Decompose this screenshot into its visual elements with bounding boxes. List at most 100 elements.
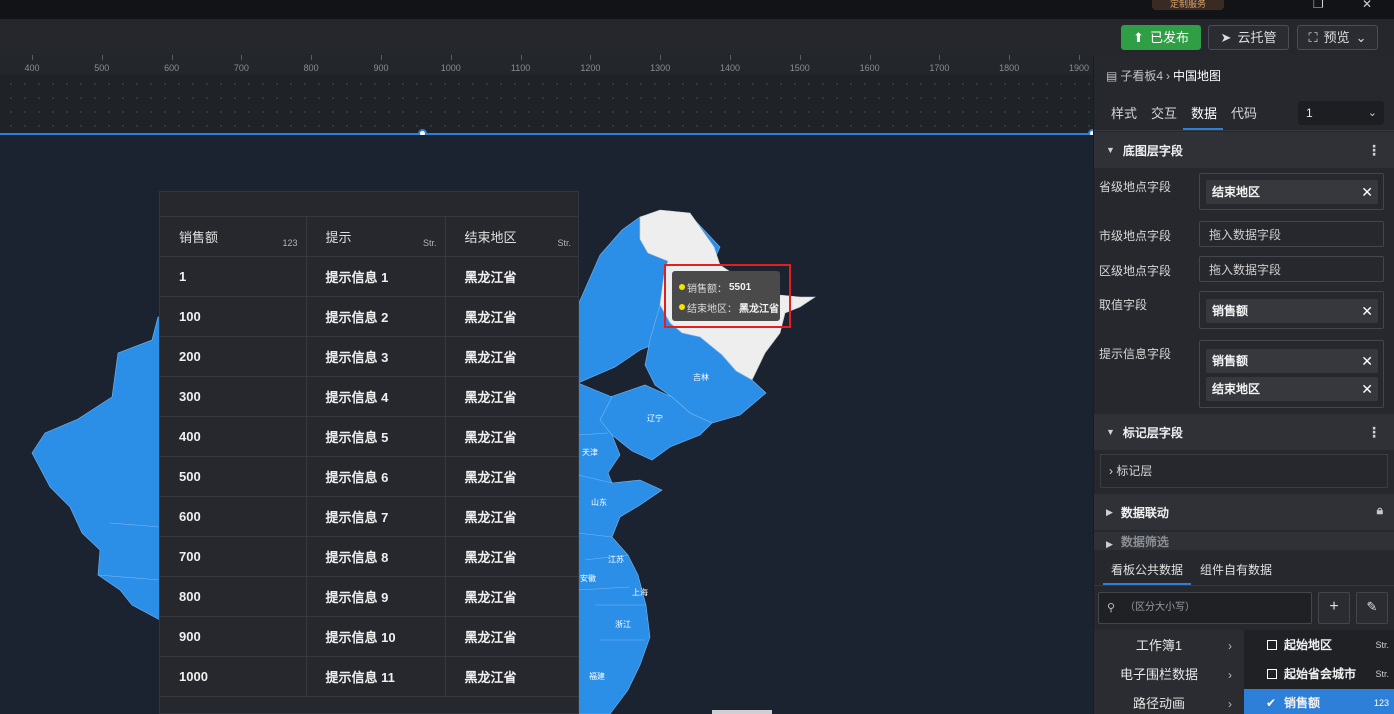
marker-layer-label: 标记层: [1116, 464, 1153, 478]
dataset-item[interactable]: 路径动画 ›: [1094, 690, 1244, 714]
table-row[interactable]: 800 提示信息 9 黑龙江省: [160, 576, 579, 617]
caret-down-icon: ▼: [1106, 427, 1115, 437]
lock-icon[interactable]: 🔒︎: [1377, 503, 1383, 518]
marker-layer-row[interactable]: › 标记层: [1100, 454, 1388, 488]
field-item[interactable]: 起始地区 Str.: [1244, 631, 1394, 659]
published-button[interactable]: ⬆ 已发布: [1121, 25, 1201, 50]
edit-dataset-button[interactable]: ✎: [1356, 592, 1388, 624]
tip-field-dropzone[interactable]: 销售额 ✕ 结束地区 ✕: [1199, 340, 1384, 408]
add-dataset-button[interactable]: +: [1318, 592, 1350, 624]
table-cell: 黑龙江省: [445, 456, 579, 497]
map-label-tianjin: 天津: [582, 448, 598, 457]
ruler-ticks: 400 500 600 700 800 900 1000 1100 1200 1300 1400 15…: [0, 55, 1093, 75]
district-field-dropzone[interactable]: 拖入数据字段: [1199, 256, 1384, 282]
table-cell: 1: [160, 256, 307, 297]
field-search-input[interactable]: ⚲ （区分大小写）: [1098, 592, 1312, 624]
series-select[interactable]: 1 ⌄: [1298, 101, 1384, 125]
table-row[interactable]: 100 提示信息 2 黑龙江省: [160, 296, 579, 337]
section-marker-layer[interactable]: ▼ 标记层字段 ⋮: [1094, 414, 1394, 450]
series-select-value: 1: [1306, 106, 1313, 120]
tab-component-own-data[interactable]: 组件自有数据: [1200, 561, 1272, 578]
table-cell: 提示信息 5: [306, 416, 446, 457]
column-header-sales[interactable]: 销售额 123: [160, 217, 307, 257]
map-label-shandong: 山东: [591, 498, 607, 507]
close-icon[interactable]: ✕: [1361, 180, 1373, 204]
table-cell: 黑龙江省: [445, 616, 579, 657]
table-row[interactable]: 500 提示信息 6 黑龙江省: [160, 456, 579, 497]
paper-plane-icon: ➤: [1220, 30, 1232, 45]
tab-data[interactable]: 数据: [1191, 103, 1217, 122]
dataset-name: 电子围栏数据: [1119, 667, 1198, 682]
table-header-row: 销售额 123 提示 Str. 结束地区 Str.: [160, 217, 579, 257]
section-base-layer[interactable]: ▼ 底图层字段 ⋮: [1094, 132, 1394, 168]
preview-button[interactable]: ⛶ 预览 ⌄: [1297, 25, 1378, 50]
check-icon[interactable]: ✔: [1266, 689, 1276, 714]
cloud-hosting-button[interactable]: ➤ 云托管: [1208, 25, 1289, 50]
dropzone-placeholder: 拖入数据字段: [1209, 263, 1282, 277]
section-title: 底图层字段: [1122, 143, 1183, 158]
checkbox-icon[interactable]: [1267, 640, 1277, 650]
field-item-selected[interactable]: ✔ 销售额 123: [1244, 689, 1394, 714]
ruler-tick-mark: [1079, 55, 1080, 60]
table-cell: 黑龙江省: [445, 536, 579, 577]
number-type-icon: 123: [282, 237, 298, 248]
table-row[interactable]: 900 提示信息 10 黑龙江省: [160, 616, 579, 657]
dataset-item[interactable]: 工作簿1 ›: [1094, 632, 1244, 660]
close-icon[interactable]: ✕: [1361, 349, 1373, 373]
more-vertical-icon[interactable]: ⋮: [1367, 142, 1381, 159]
province-field-dropzone[interactable]: 结束地区 ✕: [1199, 173, 1384, 210]
map-label-zhejiang: 浙江: [615, 620, 631, 629]
table-row[interactable]: 600 提示信息 7 黑龙江省: [160, 496, 579, 537]
table-cell: 100: [160, 296, 307, 337]
close-window-icon[interactable]: ✕: [1362, 0, 1372, 10]
table-header-strip: [160, 192, 578, 217]
city-field-dropzone[interactable]: 拖入数据字段: [1199, 221, 1384, 247]
tab-interaction[interactable]: 交互: [1151, 103, 1177, 122]
table-cell: 提示信息 10: [306, 616, 446, 657]
breadcrumb-parent[interactable]: 子看板4: [1120, 67, 1163, 84]
table-row[interactable]: 400 提示信息 5 黑龙江省: [160, 416, 579, 457]
restore-window-icon[interactable]: ❐: [1313, 0, 1324, 10]
table-row[interactable]: 300 提示信息 4 黑龙江省: [160, 376, 579, 417]
table-row[interactable]: 700 提示信息 8 黑龙江省: [160, 536, 579, 577]
ruler-tick-mark: [660, 55, 662, 60]
ruler-tick-mark: [520, 55, 522, 60]
table-cell: 提示信息 6: [306, 456, 446, 497]
dataset-name: 工作簿1: [1135, 638, 1183, 653]
table-row[interactable]: 200 提示信息 3 黑龙江省: [160, 336, 579, 377]
province-field-label: 省级地点字段: [1099, 180, 1172, 194]
ruler-tick-mark: [381, 55, 382, 60]
caret-down-icon: ▼: [1106, 145, 1115, 155]
tab-code[interactable]: 代码: [1231, 103, 1257, 122]
table-row[interactable]: 1 提示信息 1 黑龙江省: [160, 256, 579, 297]
table-cell: 黑龙江省: [445, 496, 579, 537]
more-vertical-icon[interactable]: ⋮: [1367, 424, 1381, 441]
dropzone-placeholder: 拖入数据字段: [1209, 228, 1282, 242]
ruler-tick-mark: [799, 55, 801, 60]
dataset-tree: 工作簿1 › 电子围栏数据 › 路径动画 ›: [1094, 630, 1244, 714]
tab-style[interactable]: 样式: [1111, 103, 1137, 122]
close-icon[interactable]: ✕: [1361, 377, 1373, 401]
column-header-end-region[interactable]: 结束地区 Str.: [445, 217, 579, 257]
tab-dashboard-public-data[interactable]: 看板公共数据: [1111, 561, 1183, 578]
map-label-liaoning: 辽宁: [647, 414, 663, 423]
dataset-item[interactable]: 电子围栏数据 ›: [1094, 661, 1244, 689]
ruler-tick-label: 1100: [510, 63, 531, 73]
value-field-dropzone[interactable]: 销售额 ✕: [1199, 291, 1384, 329]
edit-icon: ✎: [1366, 599, 1378, 614]
caret-right-icon: ▶: [1106, 539, 1113, 549]
ruler-tick-mark: [590, 55, 592, 60]
close-icon[interactable]: ✕: [1361, 299, 1373, 323]
table-cell: 900: [160, 616, 307, 657]
published-label: 已发布: [1149, 30, 1189, 45]
chevron-right-icon: ›: [1228, 668, 1232, 682]
column-header-tip[interactable]: 提示 Str.: [306, 217, 446, 257]
string-type-icon: Str.: [1375, 669, 1389, 679]
field-list: 起始地区 Str. 起始省会城市 Str. ✔ 销售额 123: [1244, 630, 1394, 714]
section-data-linkage[interactable]: ▶ 数据联动 🔒︎: [1094, 494, 1394, 530]
custom-service-badge[interactable]: 定制服务: [1152, 0, 1224, 10]
section-data-filter[interactable]: ▶ 数据筛选: [1094, 532, 1394, 550]
field-item[interactable]: 起始省会城市 Str.: [1244, 660, 1394, 688]
table-row[interactable]: 1000 提示信息 11 黑龙江省: [160, 656, 579, 697]
checkbox-icon[interactable]: [1267, 669, 1277, 679]
